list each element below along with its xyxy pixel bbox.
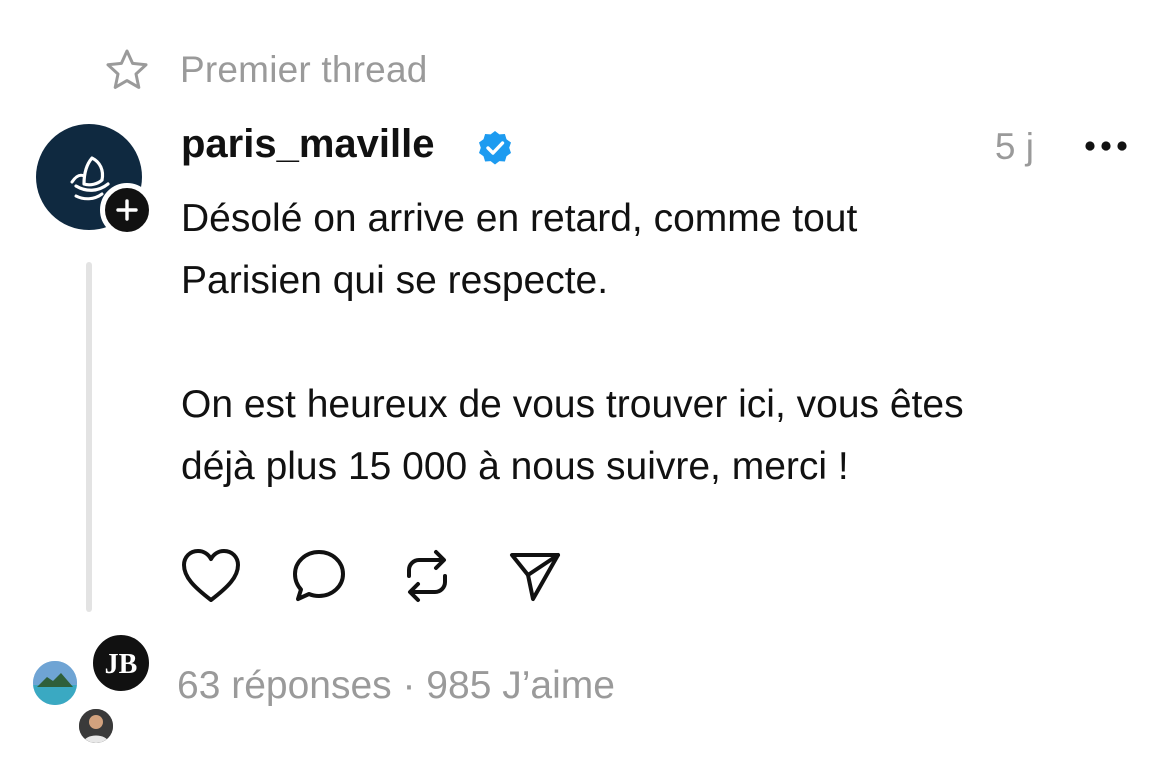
replier-avatars[interactable]: JB xyxy=(24,632,164,752)
author-username[interactable]: paris_maville xyxy=(181,122,435,167)
post-paragraph: Désolé on arrive en retard, comme tout P… xyxy=(181,197,858,302)
repost-button[interactable] xyxy=(396,545,458,607)
jb-logo-icon: JB xyxy=(105,649,138,680)
person-avatar-icon xyxy=(79,709,113,743)
repost-icon xyxy=(407,550,447,602)
post-header: paris_maville 5 j xyxy=(181,118,1130,178)
avatar[interactable]: JB xyxy=(90,632,152,694)
thread-post: Premier thread paris_maville 5 j Désolé … xyxy=(0,0,1170,766)
like-button[interactable] xyxy=(180,545,242,607)
svg-text:JB: JB xyxy=(105,649,138,680)
send-icon xyxy=(510,553,560,601)
more-icon xyxy=(1085,141,1127,151)
avatar[interactable] xyxy=(76,706,116,746)
verified-badge-icon xyxy=(479,131,511,165)
heart-icon xyxy=(182,549,240,602)
pinned-indicator: Premier thread xyxy=(104,46,428,94)
pinned-label: Premier thread xyxy=(180,49,428,90)
post-actions xyxy=(180,544,612,608)
post-paragraph: On est heureux de vous trouver ici, vous… xyxy=(181,383,964,488)
star-icon xyxy=(106,49,148,89)
avatar[interactable] xyxy=(30,658,80,708)
follow-button[interactable] xyxy=(100,183,154,237)
thread-line xyxy=(86,262,92,612)
post-text: Désolé on arrive en retard, comme tout P… xyxy=(181,188,1131,498)
landscape-avatar-icon xyxy=(33,661,77,705)
comment-icon xyxy=(293,550,345,601)
plus-icon xyxy=(116,199,138,221)
post-stats[interactable]: 63 réponses · 985 J’aime xyxy=(177,664,615,708)
more-options-button[interactable] xyxy=(1082,126,1130,166)
share-button[interactable] xyxy=(504,545,566,607)
post-timestamp: 5 j xyxy=(994,126,1034,167)
reply-button[interactable] xyxy=(288,545,350,607)
